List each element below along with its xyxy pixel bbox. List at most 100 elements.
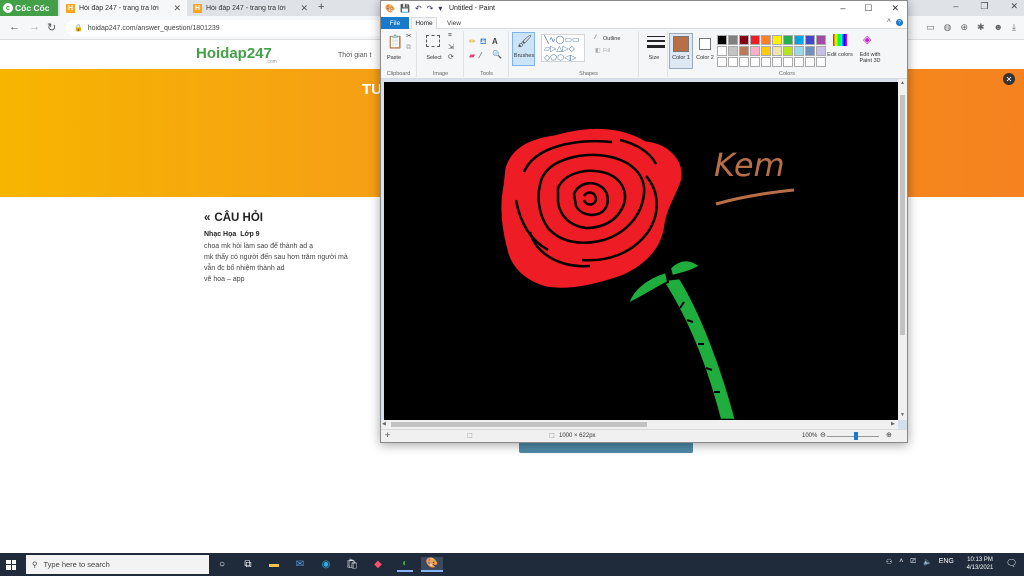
cut-icon[interactable]: ✂ <box>406 32 412 40</box>
edit-with-paint3d-button[interactable]: Edit with Paint 3D <box>855 52 885 64</box>
language-indicator[interactable]: ENG <box>939 558 954 566</box>
minimize-icon[interactable]: – <box>953 1 958 12</box>
vertical-scroll-thumb[interactable] <box>900 95 905 335</box>
people-icon[interactable]: ⚇ <box>886 558 892 566</box>
minimize-icon[interactable]: – <box>840 3 845 14</box>
scroll-up-icon[interactable]: ▲ <box>900 80 905 86</box>
task-view-icon[interactable]: ⧉ <box>240 557 256 572</box>
color-picker-icon[interactable]: ⁄ <box>480 51 481 60</box>
zoom-out-icon[interactable]: ⊖ <box>820 431 826 439</box>
palette-swatch[interactable] <box>761 46 771 56</box>
close-icon[interactable]: ✕ <box>1010 1 1018 12</box>
download-icon[interactable]: ⤓ <box>1012 22 1016 33</box>
adblock-icon[interactable]: ⊕ <box>960 22 968 33</box>
drawing-canvas[interactable]: Kem <box>384 82 898 422</box>
taskbar-search-box[interactable]: ⚲ Type here to search <box>26 555 209 574</box>
scroll-right-icon[interactable]: ▶ <box>891 421 895 427</box>
shapes-gallery[interactable]: ╲∿◯▭▭ ▱▷△▷◇ ◇⬠⬡◁▷ <box>541 34 585 62</box>
palette-swatch[interactable] <box>739 46 749 56</box>
profile-icon[interactable]: ☻ <box>994 22 1003 33</box>
menu-file[interactable]: File <box>381 17 409 29</box>
translate-icon[interactable]: ▭ <box>926 22 935 33</box>
question-grade[interactable]: Lớp 9 <box>240 231 259 238</box>
volume-icon[interactable]: 🔈 <box>923 558 932 566</box>
customize-qat-icon[interactable]: ▾ <box>438 4 442 13</box>
fill-bucket-icon[interactable]: ⛾ <box>480 37 487 47</box>
mail-icon[interactable]: ✉ <box>292 557 308 572</box>
zoom-slider[interactable] <box>827 436 879 437</box>
taskbar-clock[interactable]: 10:13 PM 4/13/2021 <box>965 556 995 572</box>
palette-swatch[interactable] <box>728 35 738 45</box>
palette-swatch[interactable] <box>717 57 727 67</box>
palette-swatch[interactable] <box>750 35 760 45</box>
back-icon[interactable]: ← <box>9 21 20 33</box>
resize-icon[interactable]: ⇲ <box>448 43 454 51</box>
close-icon[interactable]: ✕ <box>891 3 899 14</box>
show-hidden-icons-icon[interactable]: ˄ <box>899 558 903 566</box>
browser-tab-1[interactable]: H Hỏi đáp 247 - trang tra lời ✕ <box>60 0 187 16</box>
paint-taskbar-icon[interactable]: 🎨 <box>421 557 443 572</box>
color2-button[interactable]: Color 2 <box>693 33 717 69</box>
palette-swatch[interactable] <box>805 35 815 45</box>
save-icon[interactable]: 💾 <box>400 4 410 13</box>
forward-icon[interactable]: → <box>29 21 40 33</box>
palette-swatch[interactable] <box>794 46 804 56</box>
store-icon[interactable]: 🛍 <box>344 557 360 572</box>
color1-button[interactable]: Color 1 <box>669 33 693 69</box>
palette-swatch[interactable] <box>728 46 738 56</box>
cortana-icon[interactable]: ○ <box>214 557 230 572</box>
palette-swatch[interactable] <box>739 57 749 67</box>
palette-swatch[interactable] <box>783 35 793 45</box>
palette-swatch[interactable] <box>717 35 727 45</box>
palette-swatch[interactable] <box>728 57 738 67</box>
palette-swatch[interactable] <box>772 35 782 45</box>
rotate-icon[interactable]: ⟳ <box>448 53 454 61</box>
question-subject[interactable]: Nhạc Họa <box>204 231 236 238</box>
palette-swatch[interactable] <box>783 57 793 67</box>
scroll-left-icon[interactable]: ◀ <box>382 421 386 427</box>
crop-icon[interactable]: ⌗ <box>448 32 452 40</box>
help-icon[interactable]: ? <box>896 19 903 26</box>
new-tab-icon[interactable]: + <box>318 1 324 13</box>
zoom-in-icon[interactable]: ⊕ <box>886 431 892 439</box>
notification-icon[interactable]: 🗨 <box>1006 558 1017 569</box>
horizontal-scroll-thumb[interactable] <box>391 422 647 427</box>
shield-icon[interactable]: ◍ <box>944 22 952 33</box>
outline-icon[interactable]: ⁄ <box>595 35 596 41</box>
palette-swatch[interactable] <box>750 46 760 56</box>
restore-icon[interactable]: ❐ <box>980 1 988 12</box>
double-chevron-left-icon[interactable]: « <box>204 212 210 224</box>
palette-swatch[interactable] <box>794 35 804 45</box>
vertical-scrollbar[interactable]: ▲ ▼ <box>898 79 907 420</box>
reload-icon[interactable]: ↻ <box>47 21 56 34</box>
start-button[interactable] <box>0 553 22 576</box>
palette-swatch[interactable] <box>761 35 771 45</box>
eraser-icon[interactable]: ▰ <box>469 51 475 60</box>
zoom-slider-thumb[interactable] <box>854 432 858 440</box>
collapse-ribbon-icon[interactable]: ˄ <box>887 18 891 25</box>
answer-button[interactable] <box>519 443 693 453</box>
coccoc-taskbar-icon[interactable]: ◐ <box>397 557 413 572</box>
palette-swatch[interactable] <box>783 46 793 56</box>
app-icon[interactable]: ◆ <box>370 557 386 572</box>
palette-swatch[interactable] <box>816 57 826 67</box>
file-explorer-icon[interactable]: ▬ <box>266 557 282 572</box>
browser-tab-2[interactable]: H Hỏi đáp 247 - trang tra lời ✕ <box>187 0 314 16</box>
palette-swatch[interactable] <box>816 35 826 45</box>
horizontal-scrollbar[interactable]: ◀ ▶ <box>381 420 898 429</box>
text-icon[interactable]: A <box>492 37 498 46</box>
palette-swatch[interactable] <box>761 57 771 67</box>
puzzle-icon[interactable]: ✱ <box>977 22 985 33</box>
paste-icon[interactable]: 📋 <box>387 34 403 50</box>
fill-icon[interactable]: ◧ <box>595 47 601 54</box>
palette-swatch[interactable] <box>772 57 782 67</box>
palette-swatch[interactable] <box>794 57 804 67</box>
palette-swatch[interactable] <box>805 46 815 56</box>
pencil-icon[interactable]: ✏ <box>469 37 476 46</box>
menu-home[interactable]: Home <box>411 17 437 29</box>
maximize-icon[interactable]: ☐ <box>864 3 872 14</box>
scroll-down-icon[interactable]: ▼ <box>900 412 905 418</box>
menu-view[interactable]: View <box>441 17 467 29</box>
fill-button[interactable]: Fill <box>603 48 610 54</box>
undo-icon[interactable]: ↶ <box>415 4 422 13</box>
